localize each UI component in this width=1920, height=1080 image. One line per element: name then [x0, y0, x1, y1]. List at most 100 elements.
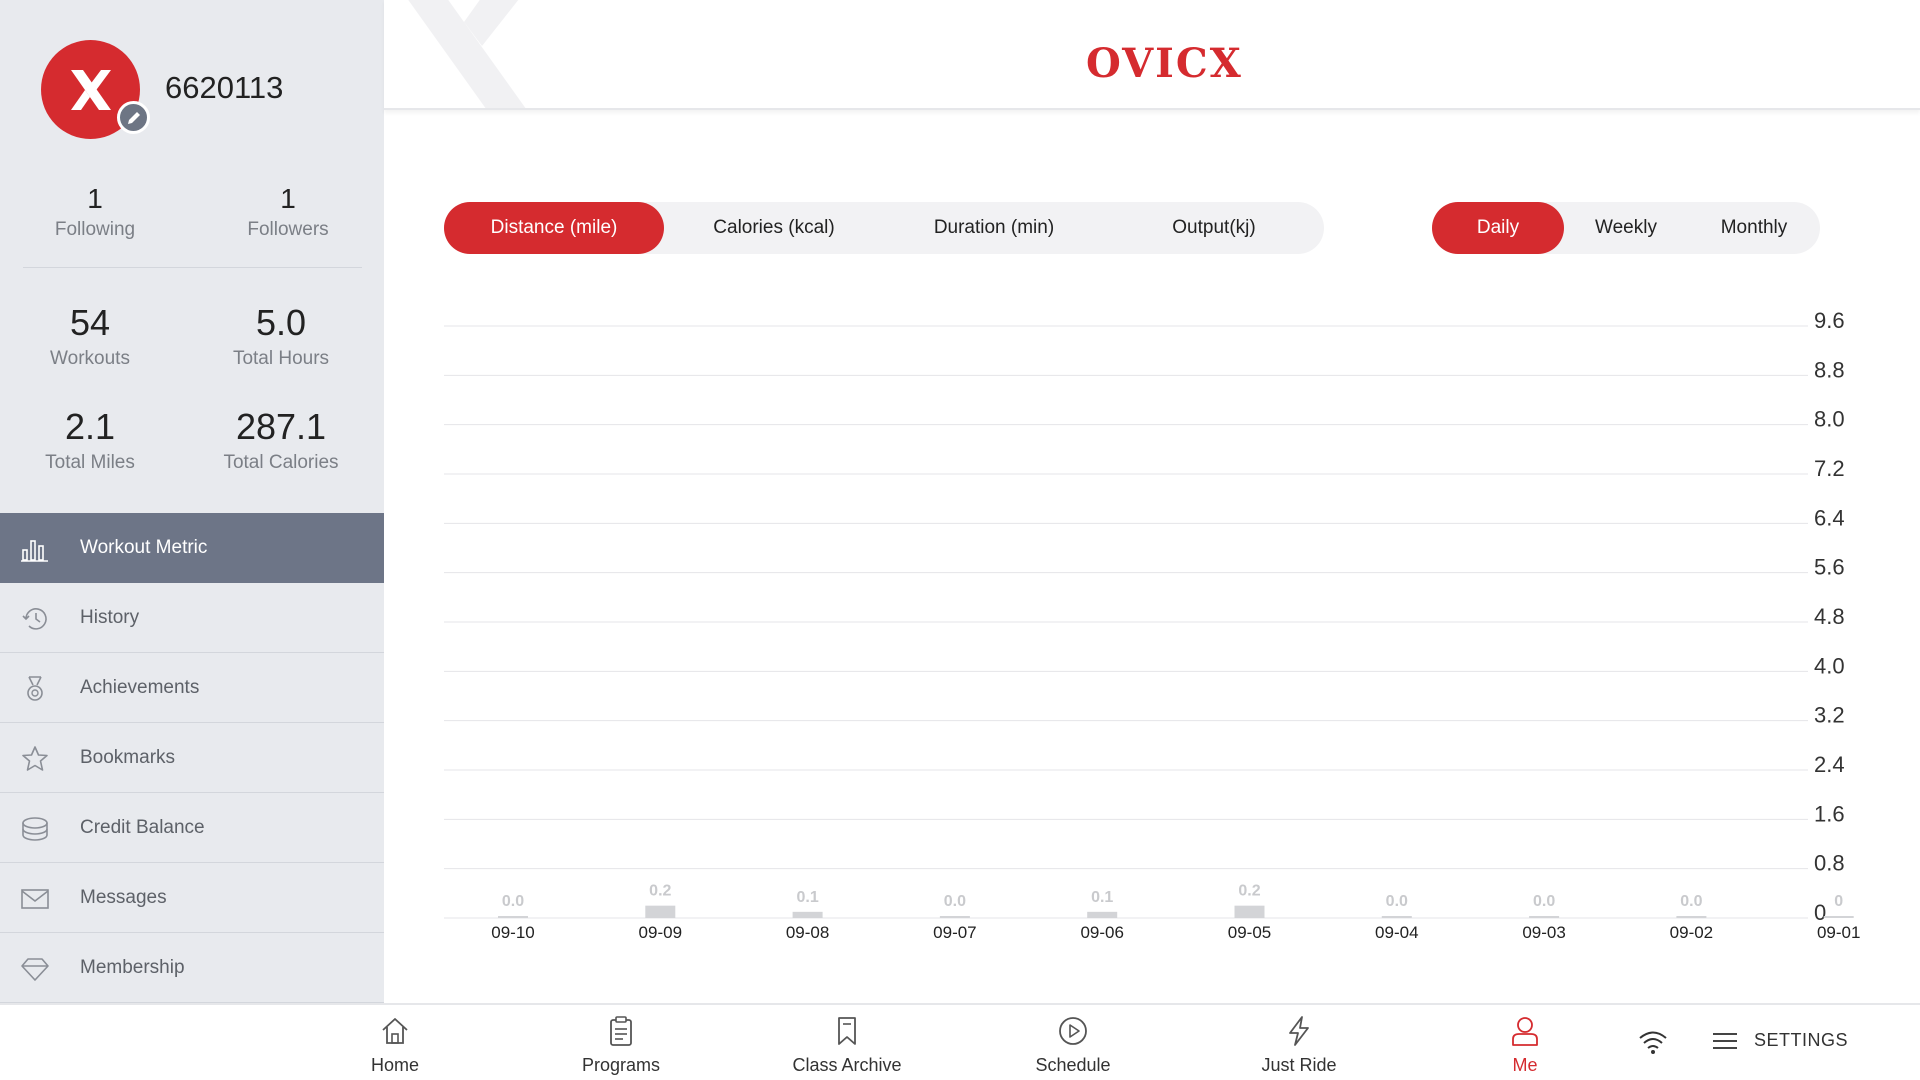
x-tick-label: 09-01: [1817, 923, 1860, 942]
x-tick-label: 09-08: [786, 923, 829, 942]
bar: [498, 916, 528, 918]
bar-value-label: 0.0: [1386, 893, 1408, 910]
tab-calories[interactable]: Calories (kcal): [664, 202, 884, 254]
nav-just-ride[interactable]: Just Ride: [1219, 1015, 1379, 1079]
nav-home-label: Home: [370, 1055, 419, 1075]
y-tick-label: 5.6: [1814, 555, 1845, 580]
nav-schedule-label: Schedule: [1035, 1055, 1111, 1075]
tab-duration[interactable]: Duration (min): [884, 202, 1104, 254]
total-miles-stat: 2.1 Total Miles: [0, 406, 185, 474]
followers-label: Followers: [247, 219, 329, 240]
bar: [1234, 905, 1265, 918]
total-hours-stat: 5.0 Total Hours: [186, 302, 376, 370]
sidebar-item-membership[interactable]: Membership: [0, 933, 384, 1003]
bar-value-label: 0.0: [1680, 893, 1702, 910]
nav-just-ride-label: Just Ride: [1261, 1055, 1337, 1075]
tab-output[interactable]: Output(kj): [1104, 202, 1324, 254]
diamond-icon: [21, 958, 49, 981]
settings-button[interactable]: SETTINGS: [1712, 1030, 1848, 1051]
sidebar-divider: [23, 267, 362, 268]
bar: [1087, 911, 1118, 918]
nav-programs[interactable]: Programs: [541, 1015, 701, 1079]
star-icon: [22, 746, 48, 771]
total-calories-stat: 287.1 Total Calories: [186, 406, 376, 474]
sidebar-item-bookmarks[interactable]: Bookmarks: [0, 723, 384, 793]
following-label: Following: [54, 219, 136, 240]
bar-value-label: 0.1: [1091, 889, 1113, 906]
bookmark-icon: [838, 1017, 856, 1045]
bar: [645, 905, 676, 918]
bar-value-label: 0.0: [1533, 893, 1555, 910]
bar-value-label: 0.0: [502, 893, 524, 910]
edit-avatar-button[interactable]: [117, 101, 150, 134]
tab-distance[interactable]: Distance (mile): [444, 202, 664, 254]
x-tick-label: 09-03: [1522, 923, 1565, 942]
user-icon: [1512, 1017, 1538, 1046]
x-tick-label: 09-02: [1670, 923, 1713, 942]
bar: [1381, 916, 1412, 918]
y-tick-label: 0.8: [1814, 851, 1845, 876]
nav-class-archive[interactable]: Class Archive: [767, 1015, 927, 1079]
sidebar-item-workout-metric[interactable]: Workout Metric: [0, 513, 384, 583]
bar-value-label: 0.2: [1238, 883, 1260, 900]
total-miles-label: Total Miles: [45, 452, 135, 473]
sidebar-item-label: Workout Metric: [80, 536, 208, 558]
sidebar: 6620113 1 Following 1 Followers 54 Worko…: [0, 0, 384, 1003]
workouts-stat: 54 Workouts: [0, 302, 185, 370]
menu-icon: [1713, 1032, 1737, 1049]
envelope-icon: [21, 889, 49, 909]
x-tick-label: 09-09: [639, 923, 682, 942]
y-tick-label: 6.4: [1814, 505, 1845, 530]
settings-label: SETTINGS: [1754, 1030, 1849, 1050]
workouts-value: 54: [69, 302, 111, 343]
y-tick-label: 9.6: [1814, 308, 1845, 333]
sidebar-item-messages[interactable]: Messages: [0, 863, 384, 933]
nav-home[interactable]: Home: [315, 1015, 475, 1079]
nav-schedule[interactable]: Schedule: [993, 1015, 1153, 1079]
y-tick-label: 3.2: [1814, 703, 1845, 728]
app-root: 6620113 1 Following 1 Followers 54 Worko…: [0, 0, 1920, 1080]
brand-logo: OVICX: [1086, 40, 1243, 87]
nav-class-archive-label: Class Archive: [792, 1055, 902, 1075]
workouts-label: Workouts: [50, 348, 130, 369]
bar: [1823, 916, 1854, 918]
y-tick-label: 7.2: [1814, 456, 1845, 481]
y-tick-label: 4.0: [1814, 653, 1845, 678]
watermark-x-icon: [408, 0, 526, 108]
play-circle-icon: [1059, 1017, 1087, 1045]
wifi-icon: [1639, 1031, 1667, 1054]
username: 6620113: [165, 70, 284, 105]
nav-me[interactable]: Me: [1445, 1015, 1605, 1079]
y-tick-label: 2.4: [1814, 752, 1845, 777]
tab-daily[interactable]: Daily: [1432, 202, 1564, 254]
nav-me-label: Me: [1512, 1055, 1538, 1075]
total-calories-label: Total Calories: [223, 452, 339, 473]
coins-icon: [22, 817, 48, 841]
bottom-nav: Home Programs Class Archive Schedule Jus…: [0, 1003, 1920, 1080]
total-hours-label: Total Hours: [232, 348, 330, 369]
nav-programs-label: Programs: [581, 1055, 661, 1075]
bar-value-label: 0: [1834, 893, 1843, 910]
sidebar-item-label: Membership: [80, 956, 185, 978]
followers-count: 1: [280, 183, 296, 214]
sidebar-item-credit-balance[interactable]: Credit Balance: [0, 793, 384, 863]
y-tick-label: 4.8: [1814, 604, 1845, 629]
sidebar-item-history[interactable]: History: [0, 583, 384, 653]
following-count: 1: [87, 183, 103, 214]
home-icon: [382, 1018, 408, 1044]
tab-weekly[interactable]: Weekly: [1564, 202, 1688, 254]
followers-stat[interactable]: 1 Followers: [193, 183, 383, 241]
y-tick-label: 0: [1814, 900, 1826, 925]
sidebar-item-label: Achievements: [80, 676, 200, 698]
sidebar-item-label: Bookmarks: [80, 746, 176, 768]
sidebar-item-achievements[interactable]: Achievements: [0, 653, 384, 723]
bar: [939, 916, 970, 918]
following-stat[interactable]: 1 Following: [0, 183, 190, 241]
period-selector: Daily Weekly Monthly: [1432, 202, 1820, 254]
brand-x-icon: [70, 69, 111, 110]
lightning-icon: [1289, 1016, 1309, 1046]
tab-monthly[interactable]: Monthly: [1688, 202, 1820, 254]
medal-icon: [27, 676, 43, 701]
x-tick-label: 09-05: [1228, 923, 1271, 942]
sidebar-menu: Workout Metric History Achievements Book…: [0, 513, 384, 1003]
